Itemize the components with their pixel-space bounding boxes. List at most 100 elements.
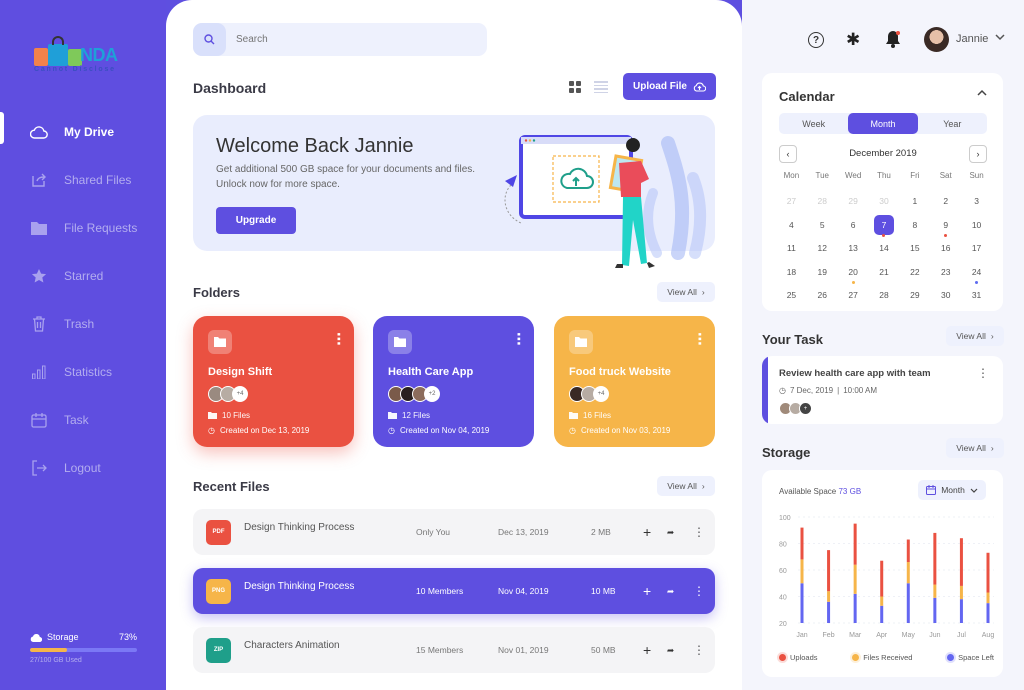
sidebar-item-shared-files[interactable]: Shared Files — [0, 156, 166, 204]
sidebar-item-file-requests[interactable]: File Requests — [0, 204, 166, 252]
main-panel: Dashboard Upload File Welcome Back Janni… — [166, 0, 742, 690]
folders-view-all-button[interactable]: View All › — [657, 282, 715, 302]
calendar-day[interactable]: 24 — [958, 264, 995, 288]
share-arrow-icon[interactable]: ➦ — [667, 586, 674, 597]
folder-members: +4 — [569, 386, 700, 402]
logo-word: NDA — [80, 45, 118, 65]
welcome-banner: Welcome Back Jannie Get additional 500 G… — [193, 115, 715, 268]
chevron-down-icon[interactable] — [995, 33, 1005, 44]
bar-space-left-apr — [880, 605, 884, 623]
share-arrow-icon[interactable]: ➦ — [667, 645, 674, 656]
bar-space-left-jun — [933, 597, 937, 623]
task-card[interactable]: Review health care app with team ⋮ ◷ 7 D… — [762, 356, 1003, 424]
folder-card-health-care-app[interactable]: ⋯ Health Care App +2 12 Files ◷ Created o… — [373, 316, 534, 447]
more-options-icon[interactable]: ⋮ — [977, 366, 989, 380]
chevron-right-icon: › — [701, 481, 705, 491]
period-select[interactable]: Month — [918, 480, 986, 500]
file-row[interactable]: PNG Design Thinking Process 10 Members N… — [193, 568, 715, 614]
file-name: Characters Animation — [244, 640, 340, 651]
storage-bar-chart: 100 80 60 40 20 Jan Feb Mar Apr May Jun Jul Aug — [779, 515, 995, 639]
chevron-up-icon[interactable] — [977, 87, 987, 99]
calendar-view-tabs: Week Month Year — [779, 113, 987, 134]
sidebar-item-statistics[interactable]: Statistics — [0, 348, 166, 396]
upload-file-button[interactable]: Upload File — [623, 73, 716, 100]
recent-files-view-all-button[interactable]: View All › — [657, 476, 715, 496]
search-icon — [204, 34, 215, 45]
x-tick-label: Aug — [982, 632, 995, 639]
star-icon — [30, 267, 48, 285]
sidebar-item-label: My Drive — [64, 125, 115, 139]
gear-icon[interactable]: ✱ — [846, 30, 860, 50]
file-row[interactable]: ZIP Characters Animation 15 Members Nov … — [193, 627, 715, 673]
bar-uploads-mar — [853, 523, 857, 565]
storage-used-label: 27/100 GB Used — [30, 657, 82, 664]
sidebar-item-starred[interactable]: Starred — [0, 252, 166, 300]
grid-view-icon[interactable] — [569, 81, 581, 93]
more-options-icon[interactable]: ⋮ — [693, 525, 705, 539]
sidebar-item-logout[interactable]: Logout — [0, 444, 166, 492]
folder-card-food-truck-website[interactable]: ⋯ Food truck Website +4 16 Files ◷ Create… — [554, 316, 715, 447]
add-icon[interactable]: + — [643, 583, 651, 599]
sidebar-item-my-drive[interactable]: My Drive — [0, 108, 166, 156]
task-view-all-button[interactable]: View All › — [946, 326, 1004, 346]
more-options-icon[interactable]: ⋯ — [511, 332, 527, 345]
bar-uploads-may — [906, 539, 910, 563]
add-icon[interactable]: + — [643, 642, 651, 658]
add-icon[interactable]: + — [643, 524, 651, 540]
sidebar-item-trash[interactable]: Trash — [0, 300, 166, 348]
more-options-icon[interactable]: ⋮ — [693, 643, 705, 657]
calendar-day[interactable]: 31 — [958, 287, 995, 311]
clock-icon: ◷ — [208, 426, 215, 435]
sidebar-storage: Storage 73% 27/100 GB Used — [30, 632, 137, 664]
task-title: Review health care app with team — [779, 368, 931, 379]
folder-card-design-shift[interactable]: ⋯ Design Shift +4 10 Files ◷ Created on D… — [193, 316, 354, 447]
more-members-badge: +4 — [232, 386, 248, 402]
sidebar-item-label: Statistics — [64, 365, 113, 379]
more-options-icon[interactable]: ⋯ — [331, 332, 347, 345]
storage-view-all-button[interactable]: View All › — [946, 438, 1004, 458]
bar-space-left-may — [906, 583, 910, 623]
cloud-upload-icon — [693, 82, 706, 92]
help-icon[interactable]: ? — [808, 32, 824, 48]
bar-uploads-apr — [880, 560, 884, 597]
logo-bag-orange — [34, 48, 48, 66]
banner-title: Welcome Back Jannie — [216, 135, 414, 157]
y-tick-label: 20 — [779, 621, 787, 628]
next-month-button[interactable]: › — [969, 145, 987, 163]
bar-files-received-may — [906, 562, 910, 584]
sidebar: NDA Cannot Disclose My Drive Shared File… — [0, 0, 166, 690]
tab-week[interactable]: Week — [779, 113, 848, 134]
brand-logo[interactable]: NDA Cannot Disclose — [34, 36, 134, 76]
sidebar-item-label: Shared Files — [64, 173, 132, 187]
file-row[interactable]: PDF Design Thinking Process Only You Dec… — [193, 509, 715, 555]
your-task-title: Your Task — [762, 332, 823, 347]
bar-space-left-jul — [959, 599, 963, 623]
more-options-icon[interactable]: ⋮ — [693, 584, 705, 598]
calendar-day[interactable]: 17 — [958, 240, 995, 264]
user-avatar[interactable] — [924, 27, 949, 52]
bell-icon[interactable] — [885, 30, 901, 53]
tab-month[interactable]: Month — [848, 113, 918, 134]
calendar-day[interactable]: 10 — [958, 217, 995, 241]
list-view-icon[interactable] — [594, 81, 608, 93]
prev-month-button[interactable]: ‹ — [779, 145, 797, 163]
tab-year[interactable]: Year — [918, 113, 987, 134]
available-space: Available Space 73 GB — [779, 487, 862, 496]
search-button[interactable] — [193, 23, 226, 56]
y-tick-label: 60 — [779, 568, 787, 575]
search-input[interactable] — [236, 34, 466, 45]
share-arrow-icon[interactable]: ➦ — [667, 527, 674, 538]
user-name[interactable]: Jannie — [956, 33, 988, 45]
more-options-icon[interactable]: ⋯ — [692, 332, 708, 345]
sidebar-item-task[interactable]: Task — [0, 396, 166, 444]
sidebar-nav: My Drive Shared Files File Requests Star… — [0, 108, 166, 492]
trash-icon — [30, 315, 48, 333]
x-tick-label: Jun — [929, 632, 940, 639]
upgrade-button[interactable]: Upgrade — [216, 207, 296, 234]
add-member-icon[interactable]: + — [799, 402, 812, 415]
file-size: 10 MB — [591, 586, 616, 596]
bar-files-received-feb — [827, 591, 831, 602]
calendar-day[interactable]: 3 — [958, 193, 995, 217]
upload-illustration — [504, 135, 707, 268]
calendar-icon — [30, 411, 48, 429]
